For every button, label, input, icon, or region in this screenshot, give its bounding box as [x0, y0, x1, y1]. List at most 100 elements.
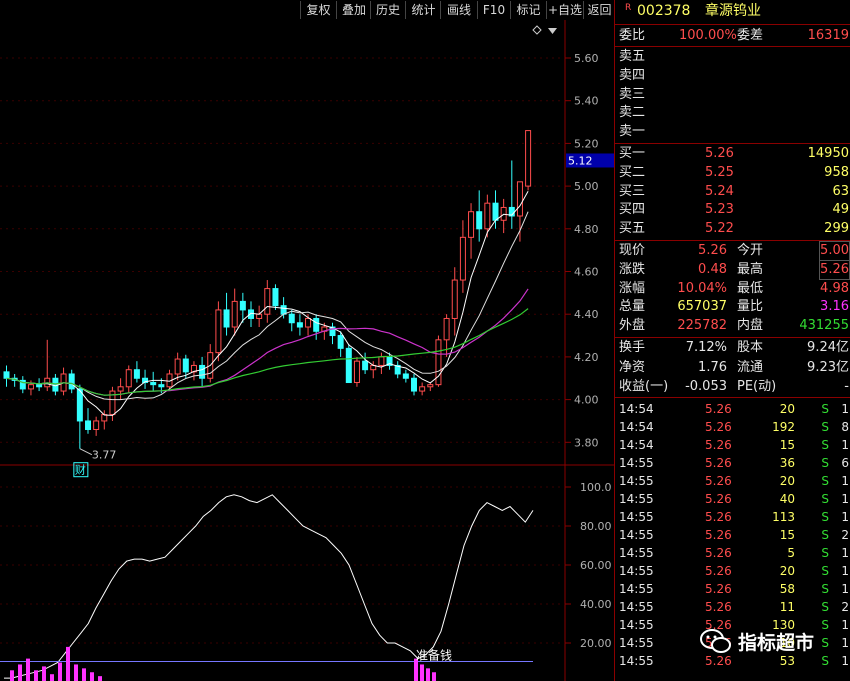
current-price-label: 5.12 [568, 154, 593, 167]
kline-chart[interactable]: 5.60 5.40 5.20 5.00 4.80 4.60 4.40 4.20 4.00 3.80… [0, 20, 614, 681]
toolbar-button-5[interactable]: F10 [477, 1, 510, 19]
candle-body [468, 211, 475, 238]
candle-body [223, 309, 230, 328]
tick-volume: 20 [779, 564, 795, 578]
quote-stat-row: 涨跌 0.48 最高 5.26 [615, 259, 850, 280]
tick-price: 5.26 [705, 474, 732, 488]
candle-body [93, 420, 100, 430]
candle-body [516, 181, 523, 217]
toolbar-button-4[interactable]: 画线 [440, 1, 477, 19]
buy-level-volume: 299 [824, 221, 849, 237]
tick-volume: 20 [779, 402, 795, 416]
tick-time: 14:55 [619, 654, 654, 668]
candle-body [313, 317, 320, 332]
price-tick-label: 5.20 [574, 137, 599, 150]
tick-price: 5.26 [705, 546, 732, 560]
signal-bar [58, 662, 62, 681]
toolbar-button-2[interactable]: 历史 [370, 1, 405, 19]
share-value-left: -0.053 [685, 379, 727, 394]
signal-bar [50, 674, 54, 681]
stat-value-right: 5.26 [819, 259, 850, 280]
tick-price: 5.26 [705, 438, 732, 452]
tick-price: 5.26 [705, 564, 732, 578]
share-label-right: 流通 [737, 359, 764, 375]
tick-price: 5.26 [705, 492, 732, 506]
tick-time: 14:55 [619, 582, 654, 596]
candle-body [52, 377, 59, 392]
watermark-text: 指标超市 [738, 632, 815, 654]
signal-bar [432, 672, 436, 681]
candle-body [215, 309, 222, 354]
tick-count: 1 [841, 582, 849, 596]
wb-value: 100.00% [679, 28, 737, 43]
signal-bar [426, 668, 430, 681]
tick-time: 14:55 [619, 618, 654, 632]
stat-value-left: 0.48 [698, 261, 727, 277]
candle-body [427, 384, 434, 388]
candle-body [345, 347, 352, 384]
tick-time: 14:54 [619, 438, 654, 452]
buy-level-label: 买五 [619, 221, 646, 237]
candle-body [85, 420, 91, 430]
stat-label-left: 涨幅 [619, 280, 646, 296]
buy-level-row: 买三 5.24 63 [615, 183, 850, 201]
buy-level-label: 买三 [619, 183, 646, 199]
tick-count: 2 [841, 600, 849, 614]
share-value-right: - [844, 379, 849, 394]
quote-stat-row: 总量 657037 量比 3.16 [615, 298, 850, 316]
wc-label: 委差 [737, 28, 764, 43]
candle-body [182, 358, 189, 373]
stat-value-right: 4.98 [820, 280, 849, 296]
sell-level-row: 卖五 [615, 48, 850, 66]
tick-volume: 192 [772, 420, 795, 434]
price-tick-label: 4.00 [574, 394, 599, 407]
tick-price: 5.26 [705, 420, 732, 434]
wechat-icon [700, 629, 731, 653]
tick-volume: 20 [779, 474, 795, 488]
share-stat-row: 净资 1.76 流通 9.23亿 [615, 359, 850, 377]
candle-body [150, 382, 157, 386]
candle-body [411, 377, 417, 392]
toolbar-button-1[interactable]: 叠加 [336, 1, 371, 19]
quote-stat-row: 外盘 225782 内盘 431255 [615, 317, 850, 335]
share-value-right: 9.24亿 [807, 340, 849, 355]
sell-level-row: 卖一 [615, 123, 850, 141]
tick-price: 5.26 [705, 528, 732, 542]
candle-body [492, 202, 499, 221]
chart-toolbar: 复权 叠加 历史 统计 画线 F10 标记 +自选 返回 [0, 0, 614, 20]
signal-bar [98, 676, 102, 681]
buy-level-volume: 49 [832, 202, 849, 218]
stat-label-right: 最高 [737, 261, 764, 277]
trade-tick-row: 14:55 5.26 5 S 1 [615, 544, 850, 562]
candle-body [174, 358, 181, 375]
price-tick-label: 4.80 [574, 223, 599, 236]
tick-count: 6 [841, 456, 849, 470]
buy-level-price: 5.26 [705, 146, 734, 161]
tick-time: 14:54 [619, 402, 654, 416]
candle-body [256, 313, 263, 319]
sell-level-label: 卖二 [619, 105, 646, 121]
candle-body [3, 371, 10, 379]
price-tick-label: 4.40 [574, 308, 599, 321]
indicator-tick-label: 60.00 [580, 559, 612, 572]
tick-count: 1 [841, 492, 849, 506]
candle-body [484, 202, 491, 230]
toolbar-button-0[interactable]: 复权 [300, 1, 336, 19]
trade-tick-row: 14:55 5.26 36 S 6 [615, 454, 850, 472]
tick-time: 14:55 [619, 564, 654, 578]
candle-body [305, 317, 312, 328]
candle-body [117, 386, 124, 392]
toolbar-button-6[interactable]: 标记 [510, 1, 546, 19]
tick-side: S [821, 456, 829, 470]
tick-count: 1 [841, 564, 849, 578]
signal-label: 准备钱 [416, 648, 452, 663]
toolbar-button-8[interactable]: 返回 [583, 1, 615, 19]
sell-level-label: 卖四 [619, 67, 646, 83]
buy-level-label: 买二 [619, 164, 646, 180]
candle-body [158, 384, 165, 388]
share-label-left: 换手 [619, 340, 646, 355]
oscillator-line [4, 494, 534, 679]
watermark: 指标超市 [698, 624, 834, 658]
toolbar-button-3[interactable]: 统计 [405, 1, 441, 19]
toolbar-button-7[interactable]: +自选 [546, 1, 583, 19]
